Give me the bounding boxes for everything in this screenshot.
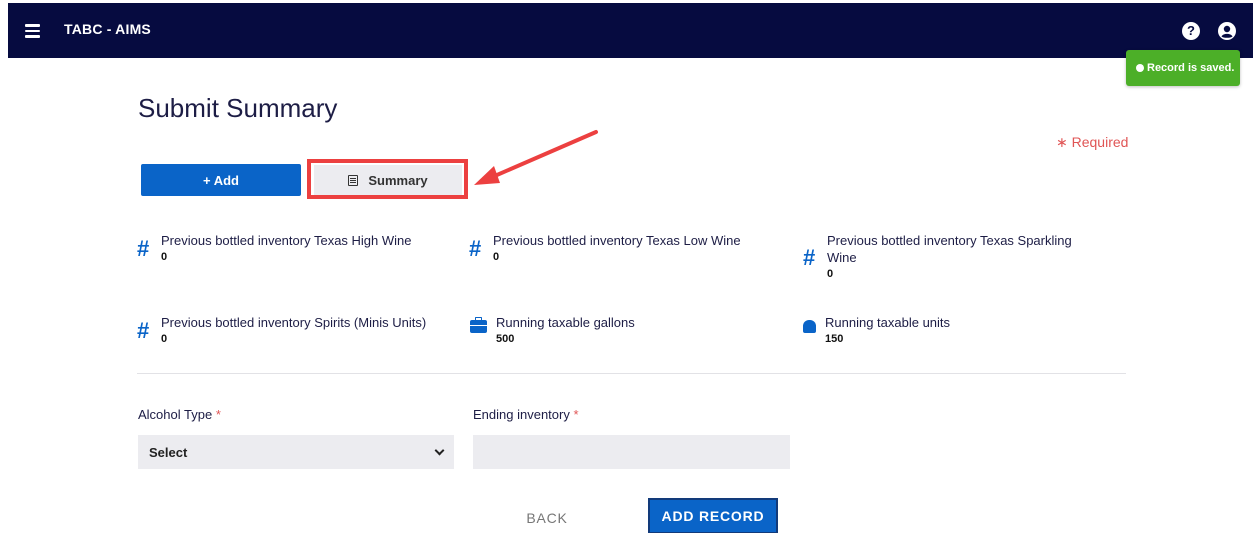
stat-value: 500 bbox=[496, 333, 515, 345]
add-record-button[interactable]: ADD RECORD bbox=[648, 498, 778, 533]
stat-value: 0 bbox=[161, 251, 168, 263]
chevron-down-icon bbox=[434, 445, 445, 455]
stat-label: Previous bottled inventory Texas Low Win… bbox=[493, 233, 741, 248]
question-circle-icon[interactable]: ? bbox=[1182, 22, 1200, 40]
stat-value: 0 bbox=[493, 251, 500, 263]
toast-message: Record is saved. bbox=[1147, 62, 1235, 74]
required-asterisk: * bbox=[573, 407, 579, 422]
hash-icon: # bbox=[803, 245, 816, 270]
back-button[interactable]: BACK bbox=[509, 502, 585, 533]
top-navbar: TABC - AIMS ? bbox=[8, 3, 1253, 58]
add-button[interactable]: + Add bbox=[141, 164, 301, 196]
alcohol-type-select[interactable]: Select bbox=[138, 435, 454, 469]
stat-label: Running taxable units bbox=[825, 315, 951, 330]
alcohol-type-selected-value: Select bbox=[149, 444, 188, 460]
stat-spirits-minis: # Previous bottled inventory Spirits (Mi… bbox=[137, 314, 467, 345]
stat-label: Previous bottled inventory Texas Sparkli… bbox=[827, 233, 1072, 265]
annotation-arrow bbox=[474, 130, 598, 185]
ending-inventory-input[interactable] bbox=[473, 435, 790, 469]
alcohol-type-label: Alcohol Type * bbox=[138, 407, 221, 422]
stat-texas-low-wine: # Previous bottled inventory Texas Low W… bbox=[469, 232, 789, 263]
stat-value: 0 bbox=[827, 268, 834, 280]
app-title: TABC - AIMS bbox=[64, 21, 151, 37]
document-icon bbox=[348, 174, 359, 186]
stat-label: Previous bottled inventory Spirits (Mini… bbox=[161, 315, 427, 330]
stat-label: Running taxable gallons bbox=[496, 315, 635, 330]
stat-label: Previous bottled inventory Texas High Wi… bbox=[161, 233, 412, 248]
stat-value: 150 bbox=[825, 333, 844, 345]
page-title: Submit Summary bbox=[138, 93, 338, 123]
stat-texas-high-wine: # Previous bottled inventory Texas High … bbox=[137, 232, 457, 263]
required-asterisk: * bbox=[215, 407, 221, 422]
stat-running-taxable-gallons: Running taxable gallons 500 bbox=[470, 314, 770, 345]
alcohol-type-label-text: Alcohol Type bbox=[138, 407, 213, 422]
user-circle-icon[interactable] bbox=[1218, 22, 1236, 40]
required-note: ∗ Required bbox=[1056, 134, 1129, 150]
ending-inventory-label-text: Ending inventory bbox=[473, 407, 570, 422]
summary-button[interactable]: Summary bbox=[314, 165, 462, 195]
ending-inventory-label: Ending inventory * bbox=[473, 407, 579, 422]
record-saved-toast: Record is saved. bbox=[1126, 50, 1240, 86]
briefcase-icon bbox=[470, 317, 487, 333]
hash-icon: # bbox=[137, 318, 150, 343]
info-dot-icon bbox=[1136, 64, 1144, 72]
stat-texas-sparkling-wine: # Previous bottled inventory Texas Spark… bbox=[803, 232, 1103, 280]
stat-value: 0 bbox=[161, 333, 168, 345]
hash-icon: # bbox=[469, 236, 482, 261]
section-divider bbox=[137, 373, 1126, 374]
hamburger-menu-icon[interactable] bbox=[25, 24, 40, 38]
summary-button-label: Summary bbox=[368, 172, 428, 188]
hash-icon: # bbox=[137, 236, 150, 261]
stat-running-taxable-units: Running taxable units 150 bbox=[803, 314, 1103, 345]
cylinder-icon bbox=[803, 320, 816, 333]
